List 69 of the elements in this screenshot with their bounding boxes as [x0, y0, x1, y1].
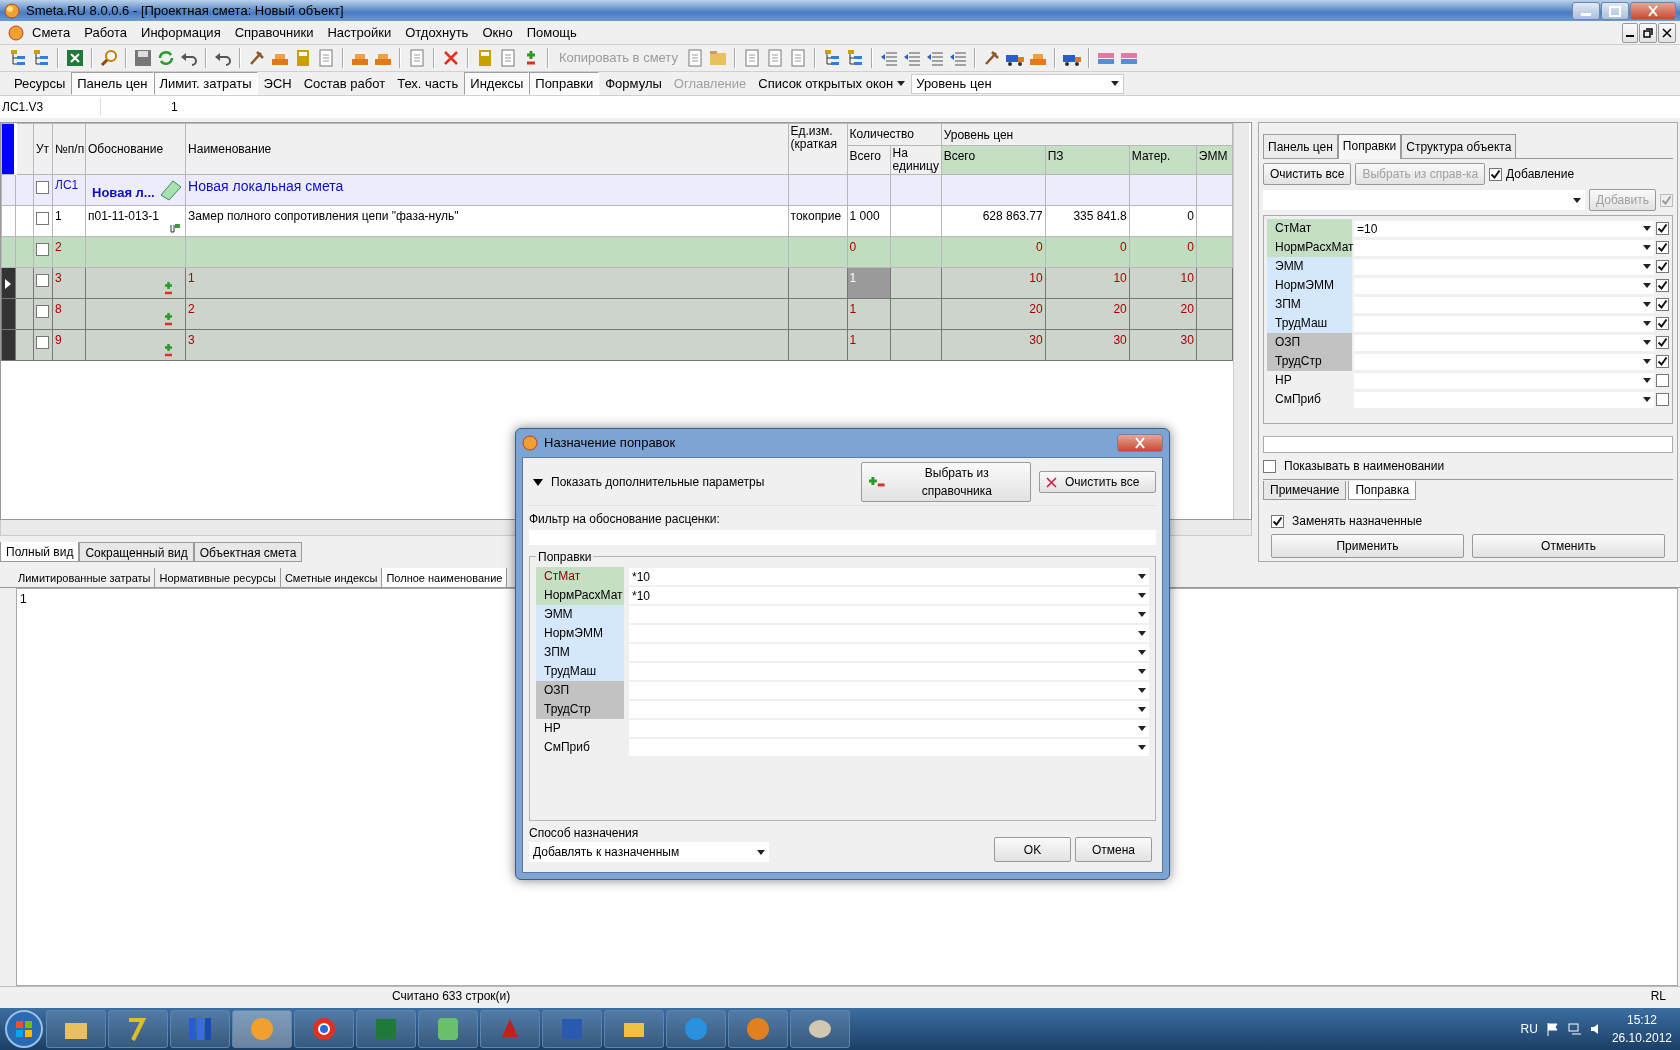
correction-label: СтМат [536, 567, 624, 586]
table-cell: 10 [941, 267, 1046, 299]
correction-label: НормЭММ [1267, 276, 1352, 295]
correction-label: ТрудСтр [1267, 352, 1352, 371]
table-cell: 30 [1045, 329, 1130, 361]
table-cell: п01-11-013-1 [88, 209, 159, 223]
table-cell: 20 [941, 298, 1046, 330]
correction-label: НР [1274, 372, 1293, 389]
correction-label: СтМат [1267, 219, 1352, 238]
table-cell: 0 [941, 236, 1046, 268]
correction-label: ОЗП [536, 681, 624, 700]
field-label: Фильтр на обоснование расценки: [529, 511, 721, 528]
table-cell: токоприе [788, 205, 848, 237]
field-label: Способ назначения [529, 825, 640, 842]
checkbox-label: Показывать в наименовании [1284, 458, 1445, 475]
table-cell: 0 [1045, 236, 1130, 268]
checkbox-label: Заменять назначенные [1292, 513, 1423, 530]
correction-label: НормРасхМат [1267, 238, 1352, 257]
column-header: Обоснование [85, 123, 186, 175]
correction-label: ТрудСтр [536, 700, 624, 719]
table-cell: Новая локальная смета [185, 174, 789, 206]
correction-label: НормЭММ [536, 624, 624, 643]
status-mode: RL [1650, 988, 1666, 1005]
field-value: *10 [632, 587, 651, 605]
correction-label: НормРасхМат [536, 586, 624, 605]
correction-label: ТрудМаш [1267, 314, 1352, 333]
column-header: Уровень цен [941, 123, 1233, 146]
column-header: №п/п [52, 123, 86, 175]
correction-label: НР [543, 720, 562, 737]
column-header: Всего [941, 145, 1046, 175]
table-cell: 10 [1045, 267, 1130, 299]
table-cell: 628 863.77 [941, 205, 1046, 237]
correction-label: ЭММ [1267, 257, 1352, 276]
dropdown-label: Список открытых окон [758, 74, 894, 93]
select-value: Добавлять к назначенным [533, 844, 680, 861]
table-cell: 20 [1045, 298, 1130, 330]
correction-label: ТрудМаш [536, 662, 624, 681]
table-cell: 10 [1129, 267, 1197, 299]
table-cell: 0 [1129, 236, 1197, 268]
select-value: Уровень цен [916, 74, 992, 93]
correction-label: ОЗП [1267, 333, 1352, 352]
dialog-title: Назначение поправок [544, 434, 676, 453]
column-header: ПЗ [1045, 145, 1130, 175]
table-cell: 2 [185, 298, 789, 330]
table-cell: 0 [1129, 205, 1197, 237]
cell-reference: ЛС1.V3 [1, 99, 45, 116]
status-message: Считано 633 строк(и) [392, 988, 511, 1005]
correction-label: СмПриб [1274, 391, 1322, 408]
table-cell: 1 [185, 267, 789, 299]
table-cell: 3 [185, 329, 789, 361]
table-cell: 20 [1129, 298, 1197, 330]
correction-label: ЗПМ [1267, 295, 1352, 314]
correction-label: ЭММ [536, 605, 624, 624]
column-header: Наименование [185, 123, 789, 175]
column-header: Матер. [1129, 145, 1197, 175]
table-cell: 30 [941, 329, 1046, 361]
text-content: 1 [20, 592, 27, 606]
column-header: Количество [847, 123, 942, 146]
field-value: =10 [1357, 220, 1378, 238]
table-cell: 30 [1129, 329, 1197, 361]
correction-label: ЗПМ [536, 643, 624, 662]
table-cell: Замер полного сопротивления цепи "фаза-нуль" [185, 205, 789, 237]
column-header: Ед.изм. (краткая [788, 123, 848, 175]
table-cell: 335 841.8 [1045, 205, 1130, 237]
checkbox-label: Добавление [1506, 166, 1575, 183]
window-title: Smeta.RU 8.0.0.6 - [Проектная смета: Новый объект] [26, 1, 344, 20]
correction-label: СмПриб [543, 739, 591, 756]
table-cell-text: Новая л... [92, 184, 155, 202]
field-value: *10 [632, 568, 651, 586]
